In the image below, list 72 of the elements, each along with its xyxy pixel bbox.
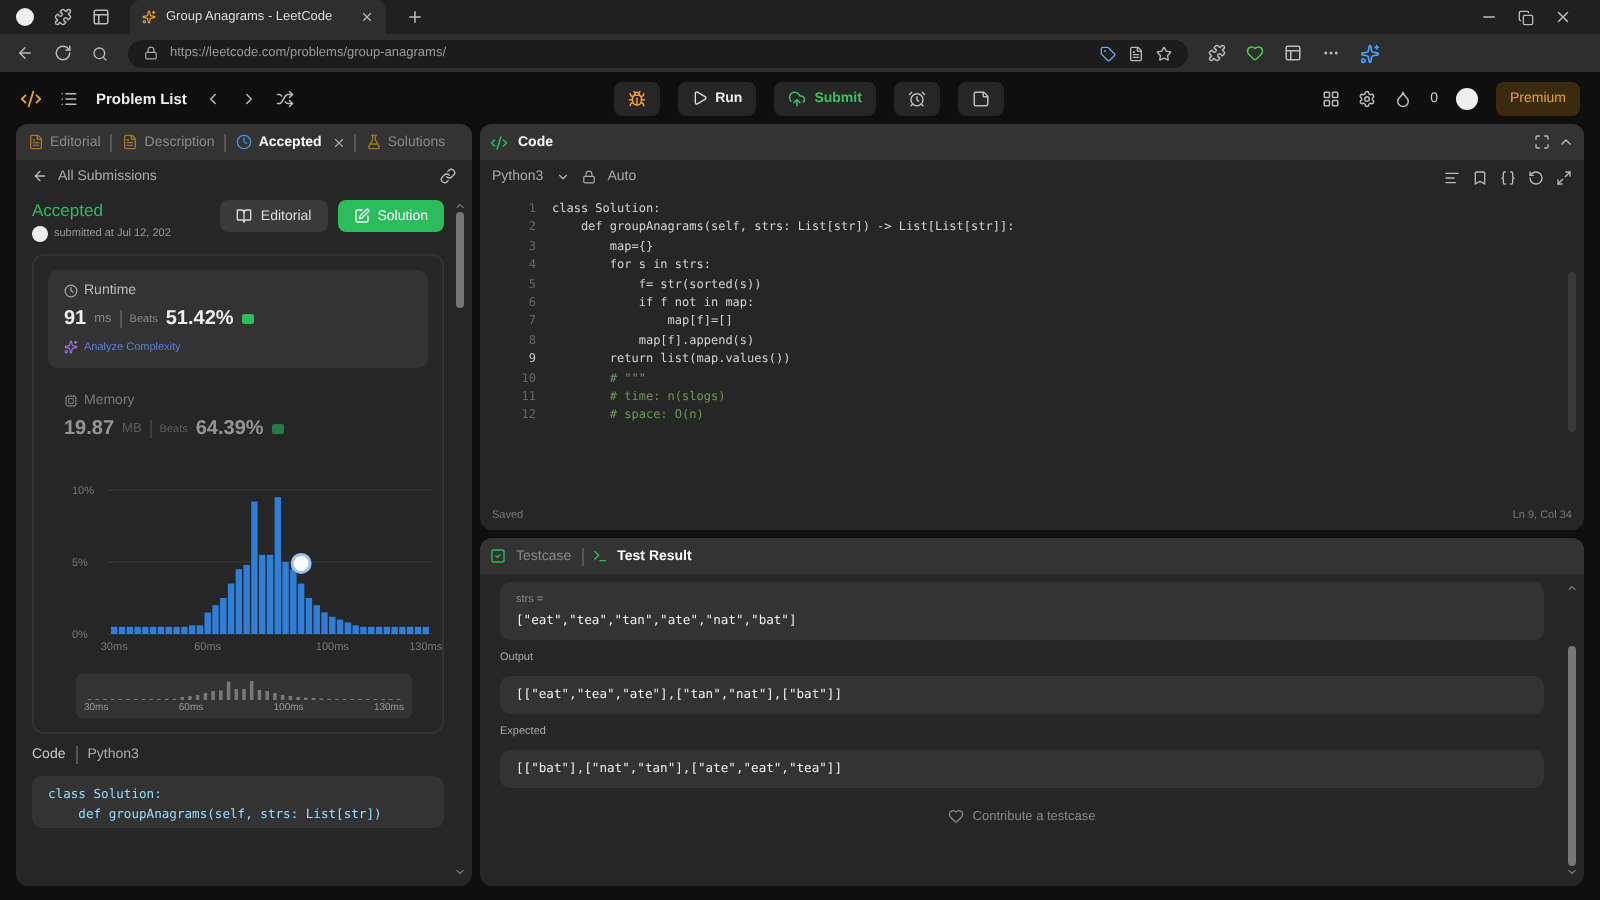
profile-icon[interactable] — [16, 8, 34, 26]
split-screen-icon[interactable] — [1284, 44, 1302, 62]
back-icon[interactable] — [16, 44, 34, 62]
debug-button[interactable] — [613, 81, 660, 115]
link-icon[interactable] — [440, 168, 456, 184]
lock-icon — [144, 46, 158, 60]
avatar[interactable] — [1456, 87, 1478, 109]
scroll-up-icon[interactable] — [454, 200, 466, 212]
workspaces-icon[interactable] — [54, 8, 72, 26]
badge-icon — [241, 314, 254, 324]
format-icon[interactable] — [1444, 169, 1460, 185]
position-marker-icon — [290, 552, 312, 574]
metric-value: 19.87 — [64, 418, 115, 440]
code-icon — [490, 133, 508, 151]
alarm-clock-icon — [907, 89, 926, 107]
search-icon[interactable] — [92, 45, 108, 61]
close-icon[interactable] — [331, 135, 346, 149]
badge-icon — [271, 424, 284, 434]
tab-icon — [365, 134, 382, 150]
tag-icon[interactable] — [1100, 45, 1116, 61]
health-icon[interactable] — [1246, 44, 1264, 62]
play-icon — [691, 90, 708, 106]
assistant-icon[interactable] — [1360, 43, 1380, 63]
terminal-icon — [591, 548, 608, 564]
scroll-down-icon[interactable] — [1566, 866, 1578, 878]
beats-value: 51.42% — [165, 308, 234, 330]
edit-icon — [353, 208, 370, 224]
refresh-icon[interactable] — [54, 44, 72, 62]
favorite-icon[interactable] — [1156, 45, 1172, 61]
restore-icon[interactable] — [1518, 9, 1534, 25]
reset-icon[interactable] — [1528, 169, 1544, 185]
scrollbar-thumb[interactable] — [456, 212, 464, 308]
list-icon[interactable] — [60, 89, 78, 107]
scrollbar-thumb[interactable] — [1568, 646, 1576, 866]
status-text: Accepted — [32, 200, 105, 220]
layout-icon[interactable] — [1322, 89, 1341, 107]
beats-value: 64.39% — [195, 418, 264, 440]
avatar — [32, 226, 48, 242]
back-icon[interactable] — [32, 168, 48, 184]
cloud-upload-icon — [788, 89, 807, 107]
fullscreen-icon[interactable] — [1534, 134, 1550, 150]
scroll-down-icon[interactable] — [454, 866, 466, 878]
timer-button[interactable] — [893, 81, 940, 115]
sparkle-icon — [64, 340, 78, 354]
expand-icon[interactable] — [1556, 169, 1572, 185]
settings-icon[interactable] — [1358, 89, 1377, 107]
note-icon — [971, 89, 990, 107]
collapse-icon[interactable] — [1558, 134, 1574, 150]
tab-icon — [28, 134, 44, 150]
close-icon[interactable] — [360, 10, 374, 24]
caret-icon[interactable] — [555, 170, 570, 184]
book-icon — [236, 208, 253, 224]
scroll-up-icon[interactable] — [1566, 582, 1578, 594]
tab-icon — [236, 134, 253, 150]
heart-icon — [948, 808, 965, 824]
chip-icon — [64, 394, 78, 408]
braces-icon[interactable] — [1500, 169, 1516, 185]
site-logo-icon — [142, 10, 156, 24]
metric-value: 91 — [64, 308, 87, 330]
lock-icon — [581, 170, 596, 184]
bookmark-icon[interactable] — [1472, 169, 1488, 185]
clock-icon — [64, 284, 78, 298]
new-tab-icon[interactable] — [406, 8, 424, 26]
tab-actions-icon[interactable] — [92, 8, 110, 26]
tab-icon — [122, 134, 139, 150]
close-icon[interactable] — [1554, 8, 1572, 26]
notes-button[interactable] — [957, 81, 1004, 115]
logo-icon[interactable] — [20, 87, 42, 109]
shuffle-icon[interactable] — [276, 89, 295, 107]
bug-icon — [627, 89, 646, 107]
checkbox-icon — [490, 548, 506, 564]
extensions-icon[interactable] — [1208, 44, 1226, 62]
